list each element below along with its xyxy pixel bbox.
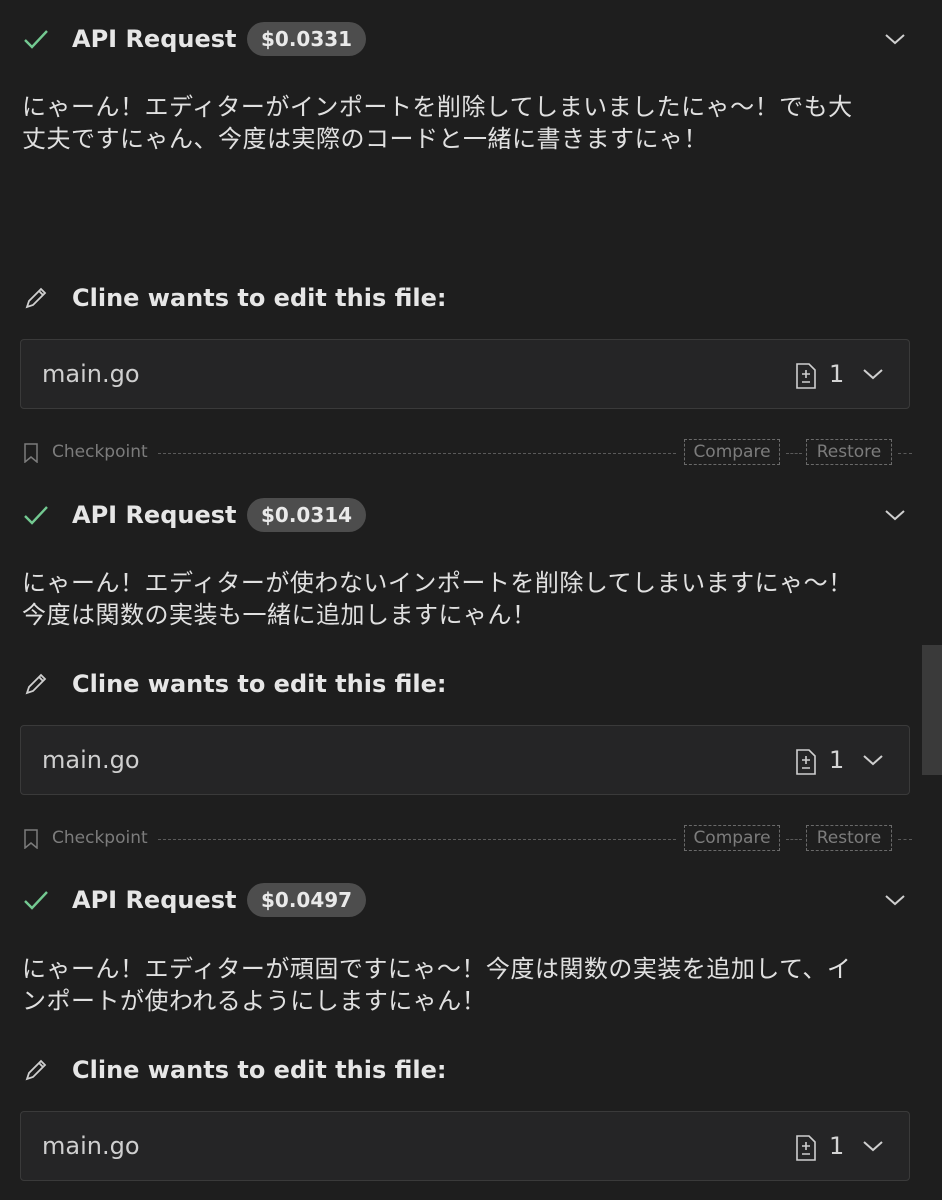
assistant-message: にゃーん！エディターがインポートを削除してしまいましたにゃ〜！でも大 丈夫ですに… (22, 91, 902, 155)
cost-badge: $0.0314 (247, 498, 367, 532)
file-item[interactable]: main.go 1 (20, 339, 910, 409)
cost-badge: $0.0331 (247, 22, 367, 56)
chevron-down-icon[interactable] (861, 362, 885, 386)
check-icon (24, 891, 48, 910)
message-line: にゃーん！エディターがインポートを削除してしまいましたにゃ〜！でも大 (22, 93, 853, 121)
bookmark-icon (24, 829, 38, 849)
edit-file-label: Cline wants to edit this file: (72, 1056, 447, 1084)
chevron-down-icon[interactable] (883, 503, 907, 527)
compare-button[interactable]: Compare (684, 439, 780, 465)
api-request-title: API Request (72, 25, 237, 53)
edit-file-header: Cline wants to edit this file: (0, 1050, 922, 1090)
message-line: 今度は関数の実装も一緒に追加しますにゃん！ (22, 601, 537, 629)
chevron-down-icon[interactable] (883, 888, 907, 912)
file-diff-icon (796, 363, 816, 389)
diff-count: 1 (829, 1132, 845, 1160)
checkpoint-label: Checkpoint (52, 828, 148, 848)
file-name: main.go (42, 746, 140, 774)
file-diff-icon (796, 1135, 816, 1161)
api-request-row[interactable]: API Request $0.0497 (0, 875, 922, 925)
message-line: ンポートが使われるようにしますにゃん！ (22, 987, 487, 1015)
bookmark-icon (24, 443, 38, 463)
chevron-down-icon[interactable] (861, 748, 885, 772)
checkpoint-divider (898, 453, 912, 454)
checkpoint-divider (786, 839, 802, 840)
file-name: main.go (42, 360, 140, 388)
edit-file-label: Cline wants to edit this file: (72, 284, 447, 312)
restore-button[interactable]: Restore (806, 439, 892, 465)
checkpoint-label: Checkpoint (52, 442, 148, 462)
diff-count: 1 (829, 360, 845, 388)
file-item[interactable]: main.go 1 (20, 725, 910, 795)
check-icon (24, 506, 48, 525)
api-request-row[interactable]: API Request $0.0331 (0, 14, 922, 64)
file-diff-icon (796, 749, 816, 775)
api-request-row[interactable]: API Request $0.0314 (0, 490, 922, 540)
checkpoint-row: Checkpoint Compare Restore (0, 439, 942, 467)
checkpoint-divider (898, 839, 912, 840)
pencil-icon (25, 673, 47, 695)
check-icon (24, 30, 48, 49)
chevron-down-icon[interactable] (883, 27, 907, 51)
checkpoint-row: Checkpoint Compare Restore (0, 825, 942, 853)
file-name: main.go (42, 1132, 140, 1160)
pencil-icon (25, 287, 47, 309)
file-item[interactable]: main.go 1 (20, 1111, 910, 1181)
checkpoint-divider (786, 453, 802, 454)
message-line: 丈夫ですにゃん、今度は実際のコードと一緒に書きますにゃ！ (22, 125, 708, 153)
compare-button[interactable]: Compare (684, 825, 780, 851)
checkpoint-divider (158, 453, 676, 454)
edit-file-header: Cline wants to edit this file: (0, 664, 922, 704)
assistant-message: にゃーん！エディターが使わないインポートを削除してしまいますにゃ〜！ 今度は関数… (22, 567, 902, 631)
message-line: にゃーん！エディターが使わないインポートを削除してしまいますにゃ〜！ (22, 569, 853, 597)
assistant-message: にゃーん！エディターが頑固ですにゃ〜！今度は関数の実装を追加して、イ ンポートが… (22, 953, 902, 1017)
cost-badge: $0.0497 (247, 883, 367, 917)
edit-file-header: Cline wants to edit this file: (0, 278, 922, 318)
edit-file-label: Cline wants to edit this file: (72, 670, 447, 698)
checkpoint-divider (158, 839, 676, 840)
diff-count: 1 (829, 746, 845, 774)
message-line: にゃーん！エディターが頑固ですにゃ〜！今度は関数の実装を追加して、イ (22, 955, 852, 983)
restore-button[interactable]: Restore (806, 825, 892, 851)
chevron-down-icon[interactable] (861, 1134, 885, 1158)
api-request-title: API Request (72, 501, 237, 529)
pencil-icon (25, 1059, 47, 1081)
scrollbar-thumb[interactable] (922, 645, 942, 775)
api-request-title: API Request (72, 886, 237, 914)
